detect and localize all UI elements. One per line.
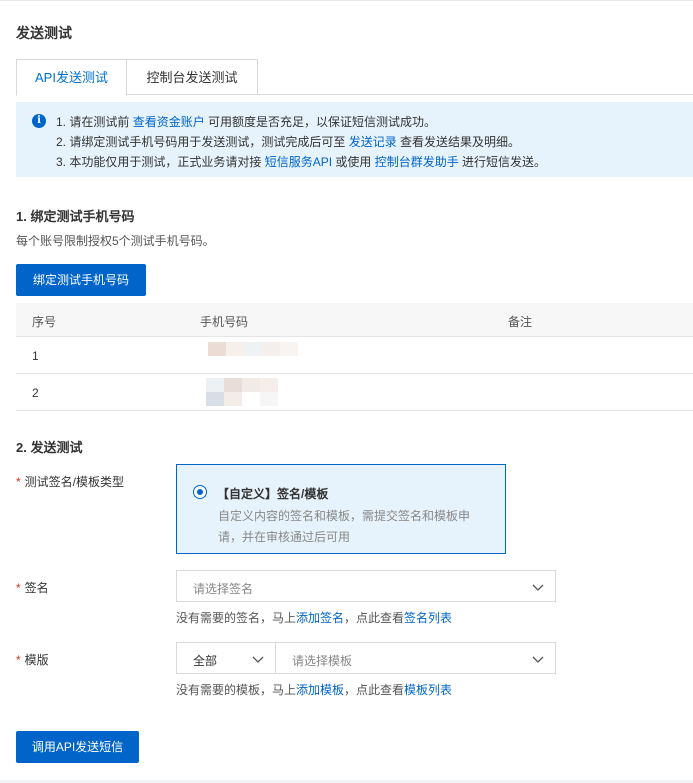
send-sms-button[interactable]: 调用API发送短信 xyxy=(16,731,139,763)
notice-line-3: 3. 本功能仅用于测试，正式业务请对接 短信服务API 或使用 控制台群发助手 … xyxy=(56,155,547,169)
template-list-link[interactable]: 模板列表 xyxy=(404,683,452,697)
send-records-link[interactable]: 发送记录 xyxy=(349,135,397,149)
type-field-label: * 测试签名/模板类型 xyxy=(16,475,125,489)
template-placeholder: 请选择模板 xyxy=(292,654,353,668)
table-row: 2 xyxy=(16,374,693,411)
col-remark-header: 备注 xyxy=(508,315,533,329)
col-phone-header: 手机号码 xyxy=(200,315,249,329)
redacted-phone-number xyxy=(206,378,296,406)
template-filter-select[interactable]: 全部 xyxy=(176,642,276,674)
row-index: 2 xyxy=(32,386,39,400)
add-template-link[interactable]: 添加模板 xyxy=(296,683,344,697)
section-send-title: 2. 发送测试 xyxy=(16,440,83,455)
signature-list-link[interactable]: 签名列表 xyxy=(404,611,452,625)
info-notice: i 1. 请在测试前 查看资金账户 可用额度是否充足，以保证短信测试成功。 2.… xyxy=(16,102,693,177)
template-filter-value: 全部 xyxy=(193,654,218,668)
info-icon: i xyxy=(32,114,46,128)
chevron-down-icon xyxy=(532,656,544,663)
card-description: 自定义内容的签名和模板，需提交签名和模板申请，并在审核通过后可用 xyxy=(218,509,471,544)
tab-api-test[interactable]: API发送测试 xyxy=(16,59,127,96)
tab-console-test[interactable]: 控制台发送测试 xyxy=(127,59,258,95)
row-index: 1 xyxy=(32,349,39,363)
section-bind-description: 每个账号限制授权5个测试手机号码。 xyxy=(16,234,215,248)
signature-field-label: * 签名 xyxy=(16,581,49,595)
signature-placeholder: 请选择签名 xyxy=(193,582,254,596)
table-header: 序号 手机号码 备注 xyxy=(16,303,693,337)
view-account-link[interactable]: 查看资金账户 xyxy=(133,115,205,129)
card-title: 【自定义】签名/模板 xyxy=(217,487,329,501)
add-signature-link[interactable]: 添加签名 xyxy=(296,611,344,625)
phone-table: 序号 手机号码 备注 1 2 xyxy=(16,303,693,411)
custom-radio[interactable] xyxy=(193,485,207,499)
col-index-header: 序号 xyxy=(32,315,57,329)
chevron-down-icon xyxy=(252,656,264,663)
template-field-label: * 模版 xyxy=(16,653,49,667)
section-bind-title: 1. 绑定测试手机号码 xyxy=(16,209,135,224)
template-select[interactable]: 请选择模板 xyxy=(275,642,556,674)
page-container: 发送测试 API发送测试 控制台发送测试 i 1. 请在测试前 查看资金账户 可… xyxy=(0,0,693,780)
signature-hint: 没有需要的签名，马上添加签名，点此查看签名列表 xyxy=(176,611,453,625)
signature-select[interactable]: 请选择签名 xyxy=(176,570,556,602)
table-row: 1 xyxy=(16,337,693,374)
template-hint: 没有需要的模板，马上添加模板，点此查看模板列表 xyxy=(176,683,453,697)
redacted-phone-number xyxy=(206,341,298,369)
custom-template-card[interactable]: 【自定义】签名/模板 自定义内容的签名和模板，需提交签名和模板申请，并在审核通过… xyxy=(176,464,506,554)
tab-bar: API发送测试 控制台发送测试 xyxy=(16,59,693,96)
bulk-sender-link[interactable]: 控制台群发助手 xyxy=(375,155,459,169)
page-title: 发送测试 xyxy=(16,25,72,41)
notice-line-2: 2. 请绑定测试手机号码用于发送测试，测试完成后可至 发送记录 查看发送结果及明… xyxy=(56,135,521,149)
notice-line-1: 1. 请在测试前 查看资金账户 可用额度是否充足，以保证短信测试成功。 xyxy=(56,115,437,129)
chevron-down-icon xyxy=(532,584,544,591)
sms-api-link[interactable]: 短信服务API xyxy=(265,155,332,169)
bind-phone-button[interactable]: 绑定测试手机号码 xyxy=(16,264,146,296)
